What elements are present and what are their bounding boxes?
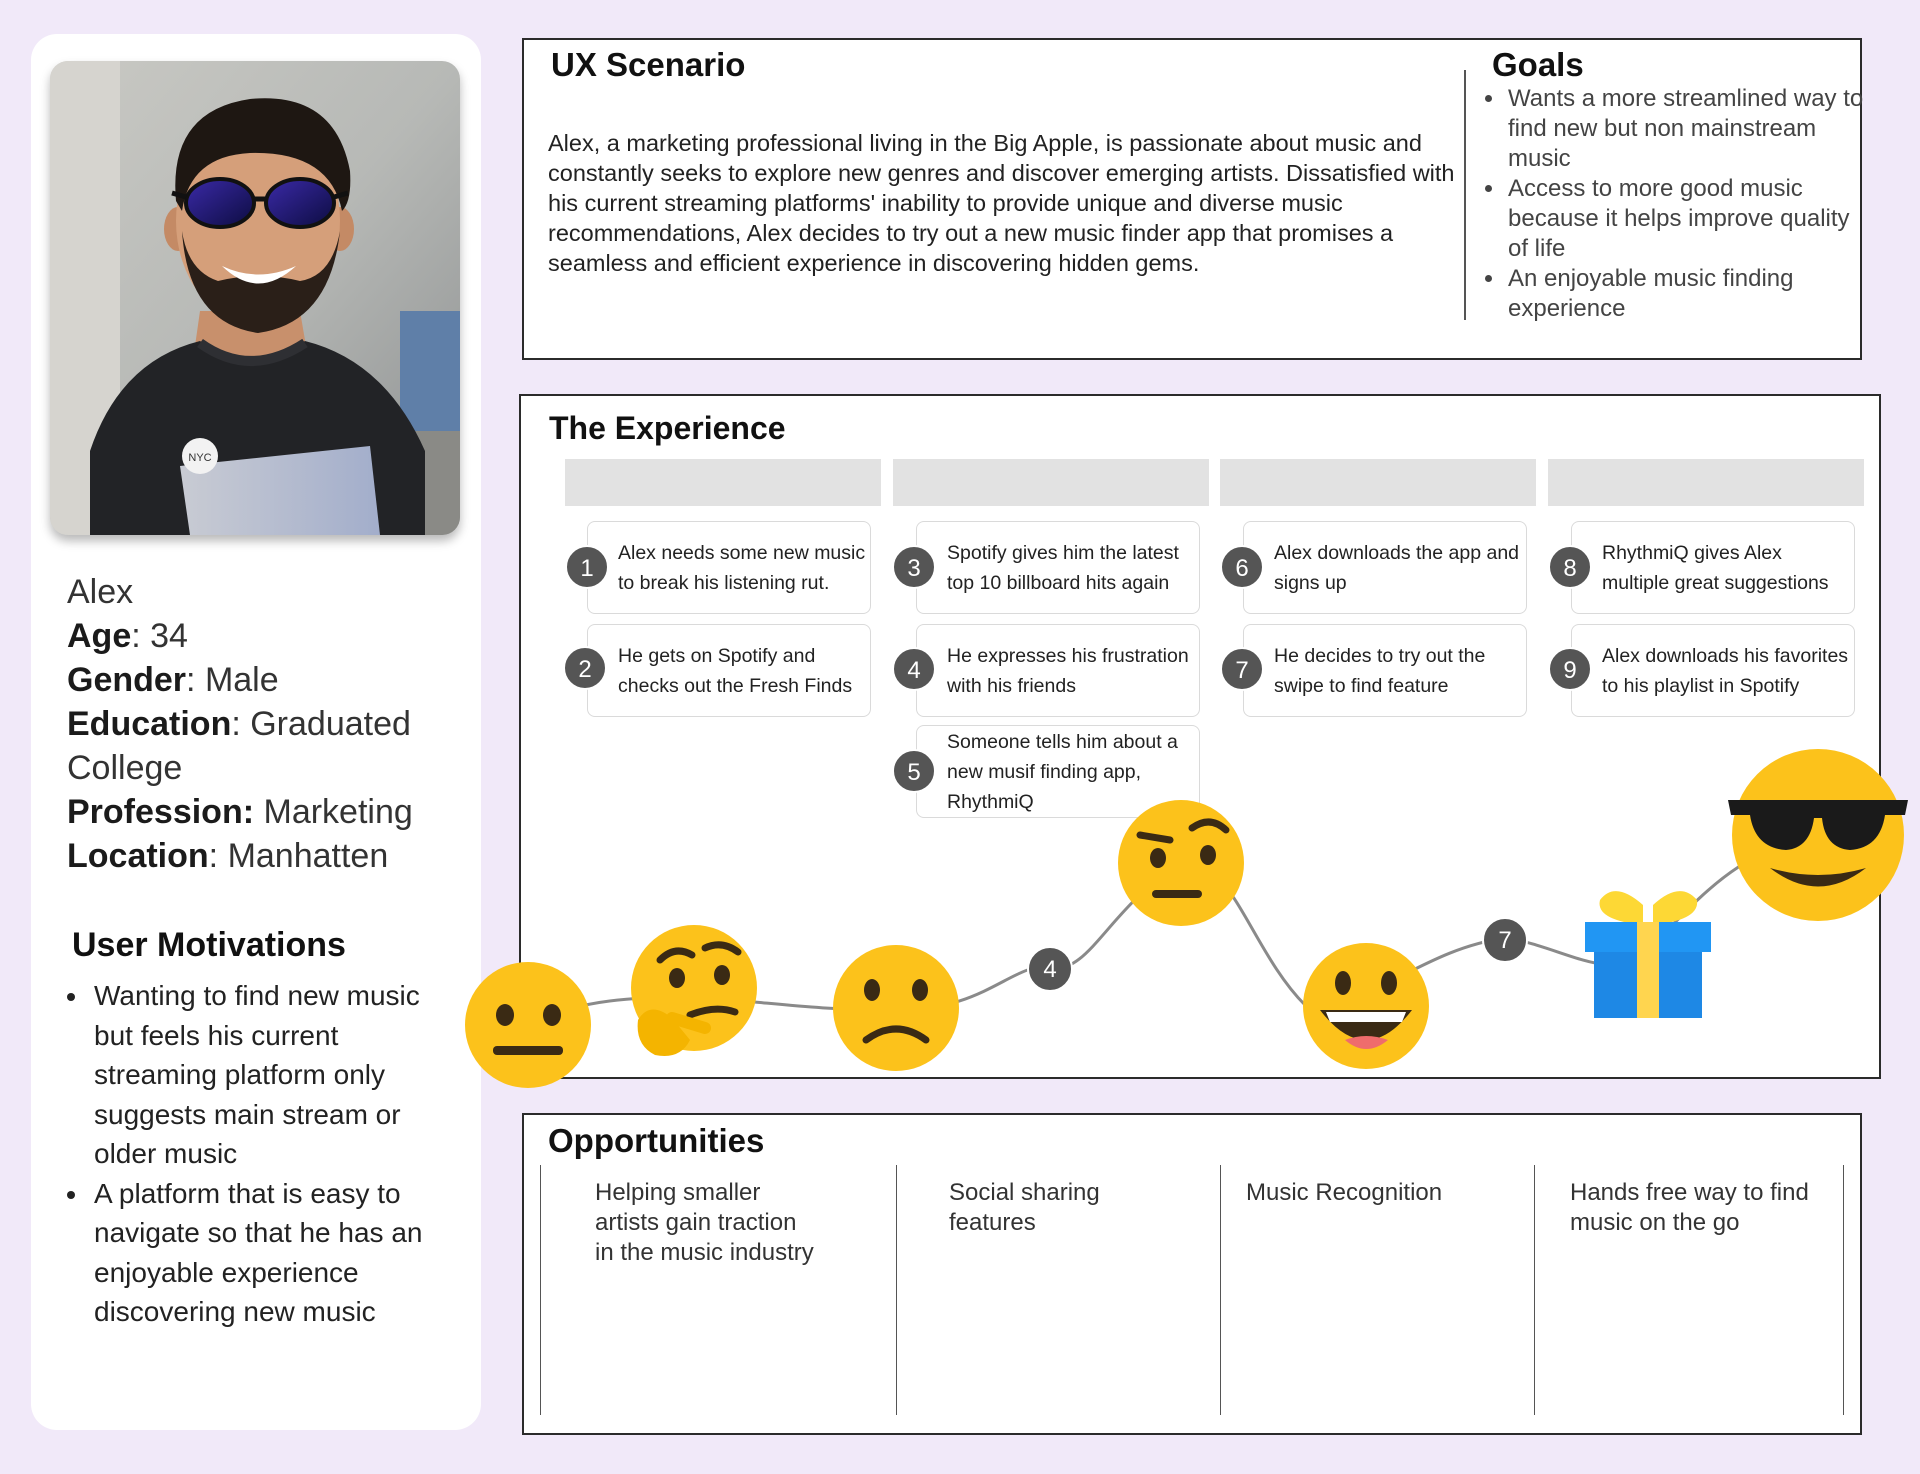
gender-value: : Male bbox=[186, 661, 279, 699]
scenario-title: UX Scenario bbox=[551, 46, 746, 83]
persona-gender: Gender: Male bbox=[67, 658, 279, 702]
goal-item: An enjoyable music finding experience bbox=[1506, 264, 1866, 324]
step-number-8: 8 bbox=[1548, 545, 1592, 589]
step-card-2: He gets on Spotify and checks out the Fr… bbox=[587, 624, 871, 717]
step-number-5: 5 bbox=[892, 749, 936, 793]
persona-location: Location: Manhatten bbox=[67, 834, 388, 878]
step-text: Alex needs some new music to break his l… bbox=[618, 541, 866, 594]
step-card-5: Someone tells him about a new musif find… bbox=[916, 725, 1200, 818]
goal-item: Wants a more streamlined way to find new… bbox=[1506, 84, 1866, 174]
opportunity-item: Music Recognition bbox=[1246, 1179, 1443, 1206]
shirt-badge-text: NYC bbox=[188, 452, 211, 464]
step-number-6: 6 bbox=[1220, 545, 1264, 589]
step-number-1: 1 bbox=[565, 545, 609, 589]
motivation-item: A platform that is easy to navigate so t… bbox=[90, 1174, 450, 1332]
location-value: : Manhatten bbox=[208, 837, 389, 875]
step-text: He expresses his frustration with his fr… bbox=[947, 644, 1189, 697]
persona-name: Alex bbox=[67, 573, 134, 611]
step-card-8: RhythmiQ gives Alex multiple great sugge… bbox=[1571, 521, 1855, 614]
step-card-6: Alex downloads the app and signs up bbox=[1243, 521, 1527, 614]
location-label: Location bbox=[67, 837, 209, 875]
education-value: : Graduated bbox=[231, 705, 411, 743]
age-label: Age bbox=[67, 617, 132, 655]
persona-age: Age: 34 bbox=[67, 614, 188, 658]
opportunities-title: Opportunities bbox=[548, 1122, 765, 1159]
opportunity-divider bbox=[1534, 1165, 1535, 1415]
opportunity-divider bbox=[896, 1165, 897, 1415]
step-number-4: 4 bbox=[892, 647, 936, 691]
step-text: He decides to try out the swipe to find … bbox=[1274, 644, 1486, 697]
step-card-9: Alex downloads his favorites to his play… bbox=[1571, 624, 1855, 717]
step-number-9: 9 bbox=[1548, 647, 1592, 691]
goals-title: Goals bbox=[1492, 46, 1584, 83]
step-card-4: He expresses his frustration with his fr… bbox=[916, 624, 1200, 717]
goal-item: Access to more good music because it hel… bbox=[1506, 174, 1866, 264]
step-card-7: He decides to try out the swipe to find … bbox=[1243, 624, 1527, 717]
step-number-2: 2 bbox=[563, 646, 607, 690]
opportunities-panel bbox=[522, 1113, 1862, 1435]
opportunity-divider bbox=[1220, 1165, 1221, 1415]
step-text: Alex downloads the app and signs up bbox=[1274, 541, 1520, 594]
step-card-1: Alex needs some new music to break his l… bbox=[587, 521, 871, 614]
goals-divider bbox=[1464, 70, 1466, 320]
step-card-3: Spotify gives him the latest top 10 bill… bbox=[916, 521, 1200, 614]
motivations-list: Wanting to find new music but feels his … bbox=[62, 976, 450, 1332]
gender-label: Gender bbox=[67, 661, 187, 699]
step-text: Alex downloads his favorites to his play… bbox=[1602, 644, 1849, 697]
motivation-item: Wanting to find new music but feels his … bbox=[90, 976, 450, 1174]
persona-education-cont: College bbox=[67, 749, 183, 787]
step-text: Spotify gives him the latest top 10 bill… bbox=[947, 541, 1179, 594]
opportunity-item: Helping smaller artists gain traction in… bbox=[595, 1179, 814, 1266]
persona-photo: NYC bbox=[50, 61, 460, 535]
profession-label: Profession: bbox=[67, 793, 255, 831]
phase-header bbox=[565, 459, 881, 506]
step-text: He gets on Spotify and checks out the Fr… bbox=[618, 644, 853, 697]
motivations-title: User Motivations bbox=[72, 926, 346, 964]
step-text: RhythmiQ gives Alex multiple great sugge… bbox=[1602, 541, 1829, 594]
step-number-7: 7 bbox=[1220, 647, 1264, 691]
opportunity-item: Hands free way to find music on the go bbox=[1570, 1179, 1809, 1236]
experience-title: The Experience bbox=[549, 410, 786, 446]
opportunity-item: Social sharing features bbox=[949, 1179, 1100, 1236]
opportunity-divider bbox=[540, 1165, 541, 1415]
phase-header bbox=[1548, 459, 1864, 506]
step-number-3: 3 bbox=[892, 545, 936, 589]
profession-value: Marketing bbox=[254, 793, 413, 831]
phase-header bbox=[1220, 459, 1536, 506]
persona-profession: Profession: Marketing bbox=[67, 790, 413, 834]
age-value: : 34 bbox=[131, 617, 188, 655]
persona-education: Education: Graduated bbox=[67, 702, 411, 746]
goals-list: Wants a more streamlined way to find new… bbox=[1482, 84, 1866, 324]
scenario-text: Alex, a marketing professional living in… bbox=[548, 130, 1455, 276]
education-label: Education bbox=[67, 705, 232, 743]
phase-header bbox=[893, 459, 1209, 506]
opportunity-divider bbox=[1843, 1165, 1844, 1415]
step-text: Someone tells him about a new musif find… bbox=[947, 730, 1178, 813]
